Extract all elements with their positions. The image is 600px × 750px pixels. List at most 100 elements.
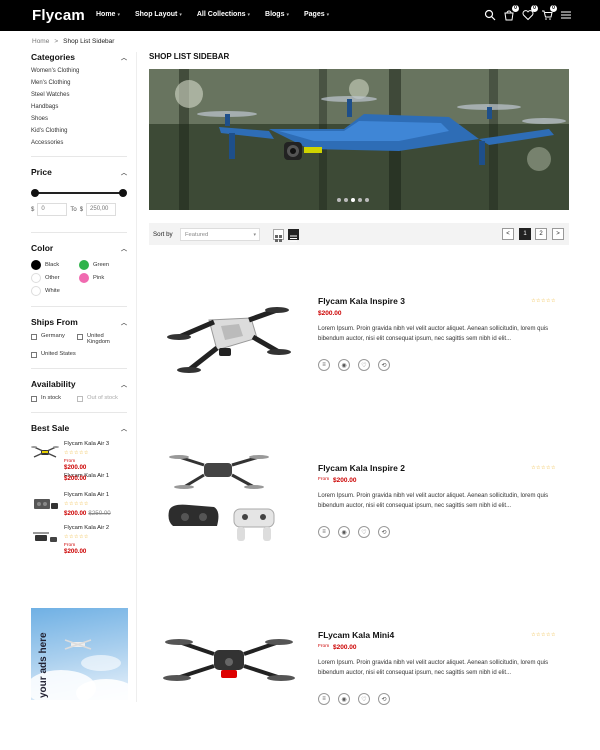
ad-text: your ads here [38, 632, 49, 698]
product-name[interactable]: Flycam Kala Air 1 [64, 492, 111, 498]
currency-symbol: $ [79, 206, 84, 213]
chevron-up-icon: ︿ [120, 320, 127, 327]
menu-icon[interactable] [560, 8, 572, 20]
site-logo[interactable]: Flycam [32, 7, 85, 24]
product-thumbnail[interactable] [31, 441, 59, 463]
color-swatch-other[interactable]: Other [31, 273, 79, 283]
pagination-next[interactable]: > [552, 228, 564, 240]
product-description: Lorem Ipsum. Proin gravida nibh vel veli… [318, 493, 549, 509]
category-item[interactable]: Women's Clothing [31, 68, 127, 74]
category-item[interactable]: Handbags [31, 104, 127, 110]
category-item[interactable]: Accessories [31, 140, 127, 146]
product-thumbnail[interactable] [31, 492, 59, 514]
slider-dot[interactable] [365, 198, 369, 202]
best-sale-item[interactable]: Flycam Kala Air 1 ☆☆☆☆☆ $200.00 $250.00 [31, 492, 127, 517]
best-sale-header[interactable]: Best Sale ︿ [31, 423, 127, 433]
product-thumbnail[interactable] [31, 525, 59, 547]
product-name[interactable]: Flycam Kala Inspire 3 [318, 296, 405, 306]
from-label: From [318, 477, 330, 482]
heart-icon[interactable]: 0 [522, 5, 538, 21]
drone-image [168, 455, 275, 541]
checkbox-germany[interactable]: Germany [31, 333, 77, 345]
list-view-button[interactable] [288, 229, 299, 242]
hero-slider[interactable] [149, 69, 569, 210]
product-image[interactable] [159, 630, 299, 740]
main-content: SHOP LIST SIDEBAR Sort by Featured ▾ < 1… [149, 52, 569, 705]
slider-min-handle[interactable] [31, 189, 39, 197]
nav-pages[interactable]: Pages ▾ [304, 11, 329, 18]
eye-icon[interactable]: ◉ [338, 693, 350, 705]
eye-icon[interactable]: ◉ [338, 526, 350, 538]
color-swatch-green[interactable]: Green [79, 260, 127, 270]
nav-home[interactable]: Home ▾ [96, 11, 120, 18]
product-name[interactable]: Flycam Kala Air 2 [64, 525, 109, 531]
color-swatch-pink[interactable]: Pink [79, 273, 127, 283]
price-max-input[interactable]: 250,00 [86, 203, 117, 216]
product-name[interactable]: FLycam Kala Mini4 [318, 630, 394, 640]
availability-header[interactable]: Availability ︿ [31, 379, 127, 389]
sort-select[interactable]: Featured ▾ [180, 228, 260, 241]
compare-icon[interactable]: ⟲ [378, 526, 390, 538]
nav-blogs[interactable]: Blogs ▾ [265, 11, 289, 18]
category-item[interactable]: Men's Clothing [31, 80, 127, 86]
pagination-page-2[interactable]: 2 [535, 228, 547, 240]
cart-icon[interactable]: 0 [541, 5, 557, 20]
pagination-prev[interactable]: < [502, 228, 514, 240]
nav-all-collections[interactable]: All Collections ▾ [197, 11, 250, 18]
price-header[interactable]: Price ︿ [31, 167, 127, 177]
slider-max-handle[interactable] [119, 189, 127, 197]
grid-view-button[interactable] [273, 229, 284, 242]
product-price: $200.00 [318, 310, 342, 317]
rating-stars: ☆☆☆☆☆ [64, 501, 89, 507]
product-description: Lorem Ipsum. Proin gravida nibh vel veli… [318, 660, 549, 676]
chevron-up-icon: ︿ [120, 426, 127, 433]
slider-dot[interactable] [344, 198, 348, 202]
breadcrumb-home[interactable]: Home [32, 38, 49, 45]
checkbox-united-kingdom[interactable]: United Kingdom [77, 333, 127, 345]
best-sale-item[interactable]: Flycam Kala Air 3 ☆☆☆☆☆ From $200.00 [31, 441, 127, 471]
category-item[interactable]: Kid's Clothing [31, 128, 127, 134]
pagination-page-1[interactable]: 1 [519, 228, 531, 240]
product-price: $200.00 [333, 644, 357, 651]
list-icon[interactable]: ≡ [318, 359, 330, 371]
compare-icon[interactable]: ⟲ [378, 693, 390, 705]
color-swatch-black[interactable]: Black [31, 260, 79, 270]
list-icon[interactable]: ≡ [318, 526, 330, 538]
slider-dot-active[interactable] [351, 198, 355, 202]
color-swatch-white[interactable]: White [31, 286, 79, 296]
heart-icon[interactable]: ♡ [358, 359, 370, 371]
color-header[interactable]: Color ︿ [31, 243, 127, 253]
product-name[interactable]: Flycam Kala Inspire 2 [318, 463, 405, 473]
chevron-up-icon: ︿ [120, 246, 127, 253]
price-range-slider[interactable] [31, 187, 127, 199]
ships-from-header[interactable]: Ships From ︿ [31, 317, 127, 327]
heart-icon[interactable]: ♡ [358, 526, 370, 538]
price-min-input[interactable]: 0 [37, 203, 68, 216]
section-title: Color [31, 243, 54, 253]
checkbox-out-of-stock[interactable]: Out of stock [77, 395, 127, 402]
search-icon[interactable] [484, 8, 496, 21]
compare-icon[interactable]: ⟲ [378, 359, 390, 371]
best-sale-item[interactable]: Flycam Kala Air 2 ☆☆☆☆☆ From $200.00 [31, 525, 127, 555]
checkbox-united-states[interactable]: United States [31, 351, 127, 358]
slider-dot[interactable] [337, 198, 341, 202]
eye-icon[interactable]: ◉ [338, 359, 350, 371]
ad-banner[interactable]: your ads here [31, 608, 128, 700]
slider-dot[interactable] [358, 198, 362, 202]
nav-shop-layout[interactable]: Shop Layout ▾ [135, 11, 182, 18]
categories-header[interactable]: Categories ︿ [31, 52, 127, 62]
sidebar-divider [136, 52, 137, 702]
checkbox-label: United Kingdom [87, 333, 110, 345]
cart-count-badge: 0 [550, 5, 557, 12]
compare-icon[interactable]: 0 [503, 5, 519, 21]
list-icon[interactable]: ≡ [318, 693, 330, 705]
category-item[interactable]: Steel Watches [31, 92, 127, 98]
checkbox-in-stock[interactable]: In stock [31, 395, 77, 402]
product-image[interactable] [159, 296, 299, 406]
product-name[interactable]: Flycam Kala Air 3 [64, 441, 109, 447]
product-image[interactable] [159, 455, 299, 573]
best-sale-item[interactable]: Flycam Kala Air 1 $200.00 [31, 473, 127, 484]
heart-icon[interactable]: ♡ [358, 693, 370, 705]
slider-dots [337, 198, 369, 202]
category-item[interactable]: Shoes [31, 116, 127, 122]
